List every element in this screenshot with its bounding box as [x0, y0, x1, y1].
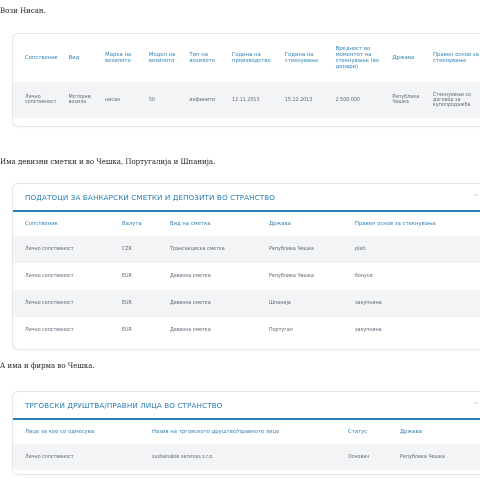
table-cell: Лично сопственост — [25, 95, 57, 105]
intro-vehicle-text: Вози Нисан. — [0, 7, 46, 15]
table-cell: Република Чешка — [400, 454, 445, 460]
vehicles-header-row: Сопственик Вид Марка на возилото Модел н… — [13, 34, 480, 82]
companies-header-row: Лице за кое се однесува Назив на трговск… — [13, 420, 480, 444]
table-row: Лично сопственост EUR Девизна сметка Шпа… — [13, 290, 480, 317]
table-cell: Основач — [348, 454, 370, 460]
table-cell: Лично сопственост — [25, 247, 74, 252]
table-row: Лично сопственост EUR Девизна сметка Пор… — [13, 317, 480, 344]
table-cell: plati — [355, 247, 366, 252]
column-header: Сопственик — [25, 221, 58, 227]
table-cell: Лично сопственост — [25, 274, 74, 279]
column-header: Тип на возилото — [189, 52, 215, 64]
table-cell: Португал — [269, 328, 293, 333]
table-cell: закупнина — [355, 301, 382, 306]
table-cell: Стекнување со договор за купопродажба — [433, 92, 472, 108]
column-header: Држава — [400, 429, 422, 435]
table-cell: Девизна сметка — [170, 328, 211, 333]
table-cell: Лично сопственост — [25, 454, 74, 460]
column-header: Марка на возилото — [105, 52, 132, 64]
column-header: Вид — [68, 55, 80, 61]
column-header: Вредност во моментот на стекнување (во д… — [335, 46, 380, 70]
column-header: Модел на возилото — [148, 52, 176, 64]
bank-accounts-card: ПОДАТОЦИ ЗА БАНКАРСКИ СМЕТКИ И ДЕПОЗИТИ … — [12, 183, 480, 350]
table-cell: EUR — [122, 301, 132, 306]
table-cell: EUR — [122, 274, 132, 279]
column-header: Држава — [392, 55, 415, 61]
column-header: Правен основ за стекнување — [355, 221, 436, 227]
companies-table: Лице за кое се однесува Назив на трговск… — [13, 420, 480, 470]
table-cell: Република Чешка — [269, 247, 314, 252]
table-cell: инфинити — [189, 97, 216, 103]
bank-accounts-title: ПОДАТОЦИ ЗА БАНКАРСКИ СМЕТКИ И ДЕПОЗИТИ … — [25, 192, 276, 202]
table-cell: 50 — [148, 97, 155, 103]
chevron-up-icon[interactable]: ⌃ — [473, 401, 479, 409]
table-row: Лично сопственост sustainable services s… — [13, 444, 480, 470]
column-header: Држава — [269, 221, 291, 227]
column-header: Назив на трговското друштво/правното лиц… — [152, 429, 280, 435]
column-header: Вид на сметка — [170, 221, 211, 227]
table-cell: CZK — [122, 247, 132, 252]
companies-title: ТРГОВСКИ ДРУШТВА/ПРАВНИ ЛИЦА ВО СТРАНСТВ… — [25, 400, 223, 410]
intro-company-text: А има и фирма во Чешка. — [0, 362, 95, 370]
table-cell: Девизна сметка — [170, 301, 211, 306]
table-row: Лично сопственост EUR Девизна сметка Реп… — [13, 263, 480, 290]
column-header: Година на производство — [232, 52, 271, 64]
column-header: Валута — [122, 221, 142, 227]
table-cell: нисан — [105, 97, 121, 103]
table-cell: закупнина — [355, 328, 382, 333]
table-cell: Лично сопственост — [25, 301, 74, 306]
table-cell: Република Чешка — [269, 274, 314, 279]
table-row: Лично сопственост Моторни возила нисан 5… — [13, 82, 480, 118]
column-header: Лице за кое се однесува — [25, 429, 94, 435]
table-cell: Лично сопственост — [25, 328, 74, 333]
intro-bank-text: Има девизни сметки и во Чешка, Португали… — [0, 158, 216, 166]
table-cell: sustainable services s.r.o. — [152, 454, 214, 460]
table-cell: Девизна сметка — [170, 274, 211, 279]
vehicles-card: Сопственик Вид Марка на возилото Модел н… — [12, 33, 480, 127]
table-row: Лично сопственост CZK Трансакциска сметк… — [13, 236, 480, 263]
table-cell: 15.12.2013 — [284, 97, 313, 103]
table-cell: 12.11.2013 — [232, 97, 260, 103]
bank-header-row: Сопственик Валута Вид на сметка Држава П… — [13, 212, 480, 236]
companies-header[interactable]: ТРГОВСКИ ДРУШТВА/ПРАВНИ ЛИЦА ВО СТРАНСТВ… — [13, 392, 480, 420]
table-cell: бонуси — [355, 274, 373, 279]
table-cell: Шпанија — [269, 301, 291, 306]
companies-card: ТРГОВСКИ ДРУШТВА/ПРАВНИ ЛИЦА ВО СТРАНСТВ… — [12, 391, 480, 475]
bank-accounts-header[interactable]: ПОДАТОЦИ ЗА БАНКАРСКИ СМЕТКИ И ДЕПОЗИТИ … — [13, 184, 480, 212]
table-cell: Трансакциска сметка — [170, 247, 225, 252]
bank-accounts-table: Сопственик Валута Вид на сметка Држава П… — [13, 212, 480, 344]
table-cell: 2.500.000 — [335, 97, 360, 103]
table-cell: EUR — [122, 328, 132, 333]
column-header: Статус — [348, 429, 368, 435]
table-cell: Република Чешка — [392, 95, 420, 105]
vehicles-table: Сопственик Вид Марка на возилото Модел н… — [13, 34, 480, 118]
column-header: Година на стекнување — [284, 52, 319, 64]
chevron-up-icon[interactable]: ⌃ — [473, 193, 479, 201]
table-cell: Моторни возила — [68, 95, 91, 105]
column-header: Сопственик — [25, 55, 58, 61]
column-header: Правен основ за стекнување — [433, 52, 479, 64]
